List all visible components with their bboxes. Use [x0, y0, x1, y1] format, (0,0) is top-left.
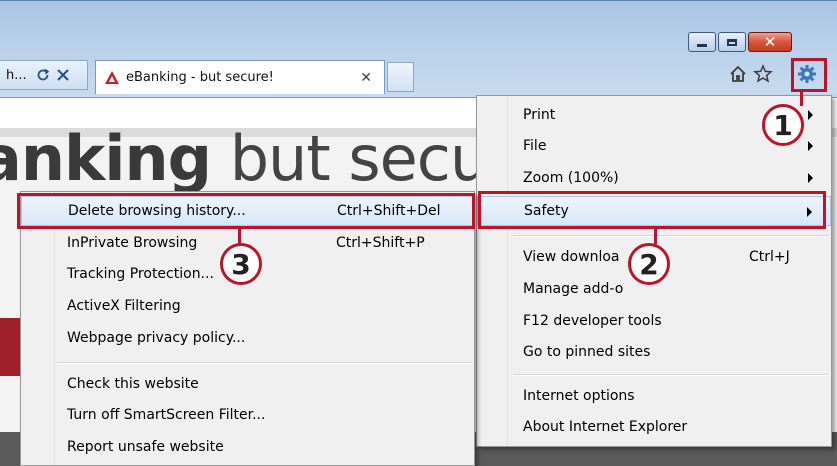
- page-hero-text: anking but secu: [0, 122, 490, 195]
- close-icon: ✕: [763, 32, 777, 51]
- submenu-item-label: InPrivate Browsing: [67, 235, 198, 251]
- submenu-item-check-website[interactable]: Check this website: [21, 369, 474, 399]
- site-logo-icon: [105, 70, 119, 84]
- safety-submenu: Delete browsing history... Ctrl+Shift+De…: [20, 191, 475, 466]
- submenu-item-label: Tracking Protection...: [67, 266, 214, 282]
- hero-bold: anking: [0, 122, 212, 195]
- menu-item-zoom[interactable]: Zoom (100%): [477, 163, 831, 193]
- annotation-box-safety: [478, 191, 826, 229]
- annotation-box-tools: [791, 58, 827, 92]
- tab-close-icon[interactable]: ✕: [360, 70, 372, 86]
- annotation-connector-3: [238, 229, 241, 244]
- menu-item-label: Zoom (100%): [523, 170, 619, 186]
- menu-item-label: Internet options: [523, 388, 635, 404]
- favorites-button[interactable]: [752, 63, 774, 85]
- menu-item-label: Go to pinned sites: [523, 344, 651, 360]
- submenu-item-label: Check this website: [67, 376, 199, 392]
- submenu-item-activex-filtering[interactable]: ActiveX Filtering: [21, 291, 474, 321]
- submenu-arrow-icon: [808, 141, 813, 151]
- submenu-item-label: Webpage privacy policy...: [67, 330, 246, 346]
- menu-item-label: Manage add-o: [523, 281, 624, 297]
- submenu-item-label: Turn off SmartScreen Filter...: [67, 407, 266, 423]
- menu-item-about[interactable]: About Internet Explorer: [477, 412, 831, 442]
- annotation-step-3: 3: [220, 243, 262, 285]
- maximize-button[interactable]: [718, 32, 746, 52]
- home-icon: [730, 65, 746, 82]
- maximize-icon: [727, 38, 737, 46]
- favorites-star-icon: [753, 64, 773, 83]
- tab-previous-label: h...: [6, 67, 27, 83]
- minimize-icon: [697, 43, 707, 47]
- annotation-box-delete-history: [17, 193, 475, 229]
- submenu-item-smartscreen[interactable]: Turn off SmartScreen Filter...: [21, 400, 474, 430]
- menu-item-label: File: [523, 138, 547, 154]
- submenu-item-shortcut: Ctrl+Shift+P: [336, 235, 425, 251]
- menu-item-label: F12 developer tools: [523, 313, 662, 329]
- menu-item-internet-options[interactable]: Internet options: [477, 381, 831, 411]
- tab-previous[interactable]: h...: [0, 60, 88, 90]
- menu-item-shortcut: Ctrl+J: [749, 249, 790, 265]
- close-button[interactable]: ✕: [748, 32, 792, 52]
- submenu-item-report-unsafe[interactable]: Report unsafe website: [21, 432, 474, 462]
- stop-icon[interactable]: [56, 68, 70, 82]
- menu-item-pinned-sites[interactable]: Go to pinned sites: [477, 337, 831, 367]
- submenu-separator: [57, 362, 472, 364]
- tab-title: eBanking - but secure!: [126, 70, 274, 85]
- menu-item-label: About Internet Explorer: [523, 419, 688, 435]
- tab-ebanking[interactable]: eBanking - but secure! ✕: [95, 60, 385, 94]
- submenu-item-privacy-policy[interactable]: Webpage privacy policy...: [21, 323, 474, 353]
- new-tab-button[interactable]: [387, 62, 414, 92]
- annotation-connector-2: [654, 229, 657, 244]
- submenu-arrow-icon: [808, 173, 813, 183]
- menu-item-developer-tools[interactable]: F12 developer tools: [477, 306, 831, 336]
- annotation-step-1: 1: [762, 104, 804, 146]
- submenu-arrow-icon: [808, 110, 813, 120]
- hero-light: but secu: [210, 122, 490, 195]
- annotation-connector-1: [800, 92, 803, 106]
- minimize-button[interactable]: [688, 32, 716, 52]
- menu-item-label: Print: [523, 107, 556, 123]
- annotation-step-2: 2: [628, 243, 670, 285]
- home-button[interactable]: [727, 63, 749, 85]
- menu-separator: [513, 235, 829, 237]
- menu-item-label: View downloa: [523, 249, 620, 265]
- submenu-item-label: Report unsafe website: [67, 439, 224, 455]
- submenu-item-label: ActiveX Filtering: [67, 298, 181, 314]
- refresh-icon[interactable]: [35, 67, 51, 83]
- menu-separator: [513, 374, 829, 376]
